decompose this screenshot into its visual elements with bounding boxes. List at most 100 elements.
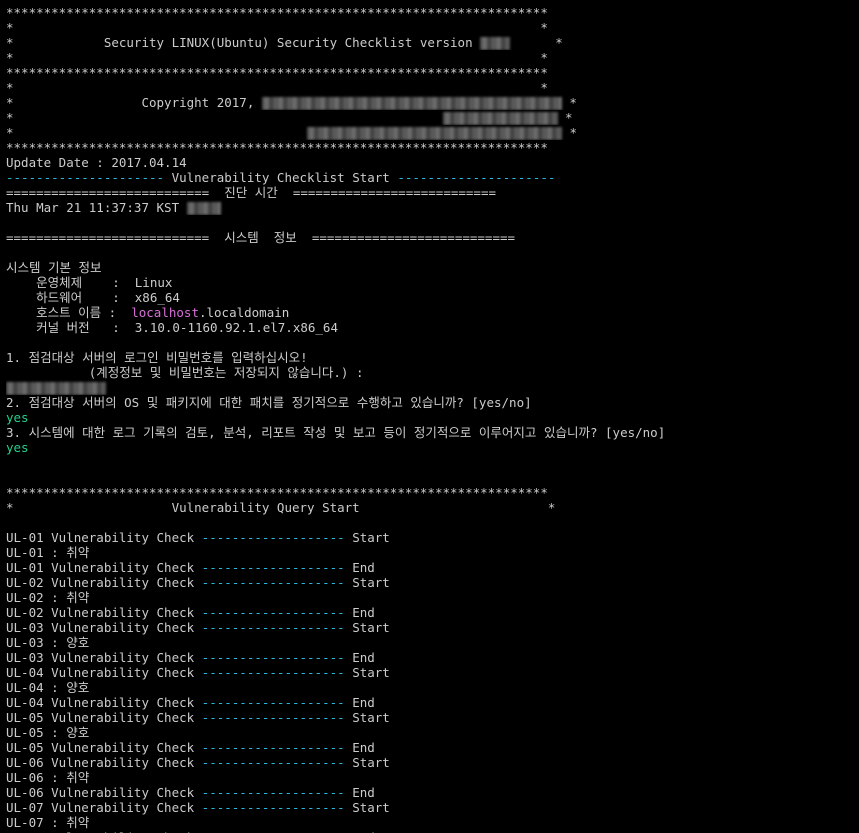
- terminal-text-segment: -------------------: [201, 800, 345, 815]
- terminal-text-segment: UL-05 : 양호: [6, 725, 90, 740]
- terminal-text-segment: *: [557, 110, 573, 125]
- terminal-text-segment: End: [344, 785, 375, 800]
- terminal-text-segment: (계정정보 및 비밀번호는 저장되지 않습니다.) :: [6, 365, 364, 380]
- terminal-text-segment: UL-03 Vulnerability Check: [6, 650, 202, 665]
- terminal-line: UL-02 Vulnerability Check --------------…: [6, 575, 859, 590]
- terminal-line: UL-02 Vulnerability Check --------------…: [6, 605, 859, 620]
- terminal-line: --------------------- Vulnerability Chec…: [6, 170, 859, 185]
- terminal-text-segment: -------------------: [201, 530, 345, 545]
- terminal-text-segment: -------------------: [201, 650, 345, 665]
- terminal-text-segment: 하드웨어 : x86_64: [6, 290, 180, 305]
- terminal-text-segment: Vulnerability Checklist Start: [164, 170, 398, 185]
- terminal-line: ****************************************…: [6, 65, 859, 80]
- terminal-text-segment: -------------------: [201, 785, 345, 800]
- terminal-text-segment: Start: [344, 800, 390, 815]
- terminal-text-segment: ****************************************…: [6, 140, 548, 155]
- terminal-text-segment: UL-03 Vulnerability Check: [6, 620, 202, 635]
- terminal-line: UL-01 Vulnerability Check --------------…: [6, 530, 859, 545]
- redacted-text: [307, 127, 563, 140]
- terminal-text-segment: UL-07 : 취약: [6, 815, 90, 830]
- terminal-text-segment: -------------------: [201, 620, 345, 635]
- terminal-text-segment: Thu Mar 21 11:37:37 KST: [6, 200, 187, 215]
- terminal-line: 1. 점검대상 서버의 로그인 비밀번호를 입력하십시오!: [6, 350, 859, 365]
- redacted-text: [186, 202, 221, 215]
- terminal-line: ****************************************…: [6, 5, 859, 20]
- terminal-text-segment: UL-03 : 양호: [6, 635, 90, 650]
- terminal-text-segment: Start: [344, 530, 390, 545]
- terminal-line: UL-07 Vulnerability Check --------------…: [6, 800, 859, 815]
- redacted-text: [442, 112, 558, 125]
- terminal-line: UL-06 : 취약: [6, 770, 859, 785]
- terminal-text-segment: *: [561, 95, 577, 110]
- terminal-text-segment: ****************************************…: [6, 485, 548, 500]
- terminal-line: UL-06 Vulnerability Check --------------…: [6, 785, 859, 800]
- terminal-line: (계정정보 및 비밀번호는 저장되지 않습니다.) :: [6, 365, 859, 380]
- terminal-text-segment: *: [6, 110, 443, 125]
- terminal-line: UL-07 : 취약: [6, 815, 859, 830]
- terminal-text-segment: 호스트 이름 :: [6, 305, 132, 320]
- terminal-text-segment: * Vulnerability Query Start *: [6, 500, 556, 515]
- terminal-text-segment: 2. 점검대상 서버의 OS 및 패키지에 대한 패치를 정기적으로 수행하고 …: [6, 395, 532, 410]
- terminal-text-segment: * *: [6, 50, 548, 65]
- redacted-text: [6, 382, 106, 395]
- terminal-text-segment: Start: [344, 665, 390, 680]
- terminal-line: UL-05 Vulnerability Check --------------…: [6, 740, 859, 755]
- terminal-text-segment: ---------------------: [6, 170, 165, 185]
- terminal-text-segment: * Copyright 2017,: [6, 95, 262, 110]
- terminal-text-segment: ****************************************…: [6, 65, 548, 80]
- terminal-line: 시스템 기본 정보: [6, 260, 859, 275]
- terminal-text-segment: End: [344, 695, 375, 710]
- terminal-text-segment: -------------------: [201, 710, 345, 725]
- terminal-text-segment: * Security LINUX(Ubuntu) Security Checkl…: [6, 35, 481, 50]
- terminal-text-segment: -------------------: [201, 665, 345, 680]
- terminal-line: Update Date : 2017.04.14: [6, 155, 859, 170]
- terminal-text-segment: UL-07 Vulnerability Check: [6, 800, 202, 815]
- terminal-text-segment: UL-05 Vulnerability Check: [6, 740, 202, 755]
- terminal-text-segment: UL-04 Vulnerability Check: [6, 665, 202, 680]
- terminal-line: yes: [6, 410, 859, 425]
- terminal-line: yes: [6, 440, 859, 455]
- terminal-text-segment: UL-01 Vulnerability Check: [6, 560, 202, 575]
- terminal-line: =========================== 진단 시간 ======…: [6, 185, 859, 200]
- terminal-text-segment: yes: [6, 440, 29, 455]
- terminal-text-segment: Start: [344, 755, 390, 770]
- terminal-text-segment: * *: [6, 80, 548, 95]
- terminal-text-segment: End: [344, 605, 375, 620]
- terminal-line: * *: [6, 20, 859, 35]
- terminal-line: * Copyright 2017, *: [6, 95, 859, 110]
- terminal-text-segment: 3. 시스템에 대한 로그 기록의 검토, 분석, 리포트 작성 및 보고 등이…: [6, 425, 666, 440]
- terminal-text-segment: UL-01 : 취약: [6, 545, 90, 560]
- terminal-text-segment: 운영체제 : Linux: [6, 275, 173, 290]
- terminal-line: 운영체제 : Linux: [6, 275, 859, 290]
- terminal-text-segment: 시스템 기본 정보: [6, 260, 102, 275]
- terminal-line: UL-04 Vulnerability Check --------------…: [6, 695, 859, 710]
- terminal-line: UL-03 : 양호: [6, 635, 859, 650]
- terminal-line: UL-01 : 취약: [6, 545, 859, 560]
- terminal-text-segment: *: [6, 125, 308, 140]
- terminal-text-segment: .localdomain: [198, 305, 290, 320]
- terminal-text-segment: 커널 버전 : 3.10.0-1160.92.1.el7.x86_64: [6, 320, 338, 335]
- terminal-text-segment: Start: [344, 710, 390, 725]
- terminal-line: Thu Mar 21 11:37:37 KST: [6, 200, 859, 215]
- terminal-text-segment: UL-01 Vulnerability Check: [6, 530, 202, 545]
- terminal-text-segment: End: [344, 740, 375, 755]
- redacted-text: [480, 37, 511, 50]
- terminal-line: UL-02 : 취약: [6, 590, 859, 605]
- terminal-text-segment: -------------------: [201, 755, 345, 770]
- terminal-line: 하드웨어 : x86_64: [6, 290, 859, 305]
- terminal-line: UL-05 : 양호: [6, 725, 859, 740]
- terminal-line: =========================== 시스템 정보 =====…: [6, 230, 859, 245]
- terminal-line: UL-01 Vulnerability Check --------------…: [6, 560, 859, 575]
- terminal-text-segment: Update Date : 2017.04.14: [6, 155, 187, 170]
- terminal-line: * *: [6, 110, 859, 125]
- terminal-line: * *: [6, 80, 859, 95]
- terminal-window[interactable]: ****************************************…: [0, 0, 859, 833]
- terminal-line: 2. 점검대상 서버의 OS 및 패키지에 대한 패치를 정기적으로 수행하고 …: [6, 395, 859, 410]
- terminal-line: UL-04 : 양호: [6, 680, 859, 695]
- terminal-text-segment: -------------------: [201, 575, 345, 590]
- terminal-text-segment: UL-06 Vulnerability Check: [6, 755, 202, 770]
